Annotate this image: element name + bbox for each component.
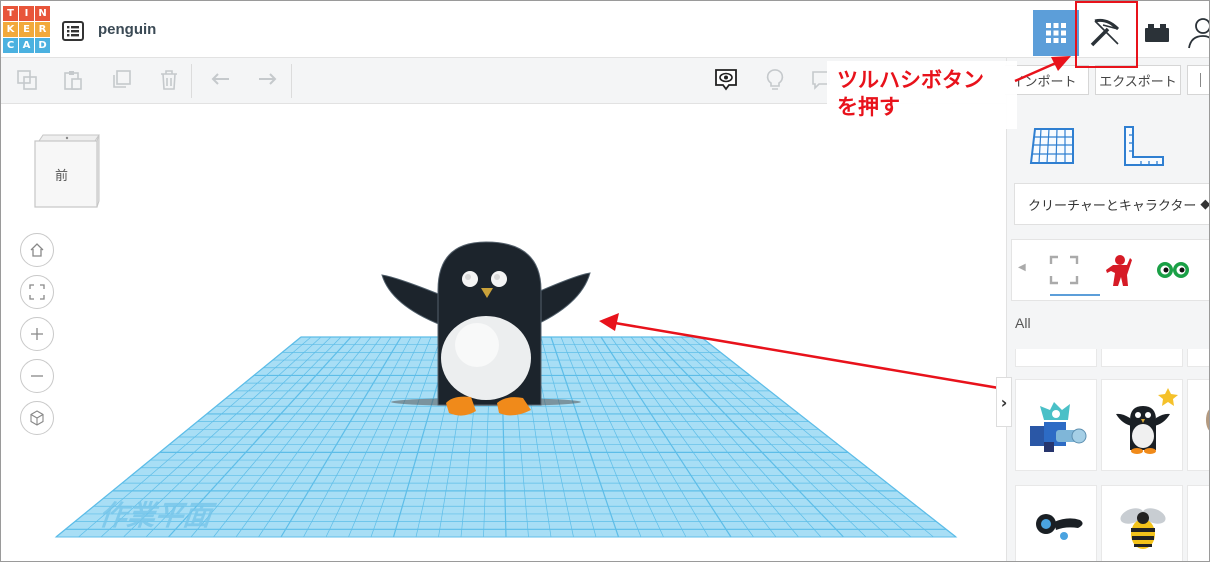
logo-tile: I [19,6,34,21]
duplicate-icon [113,70,131,88]
fit-view-button[interactable] [20,275,54,309]
delete-button[interactable] [155,66,183,94]
tab-figures[interactable] [1098,250,1138,290]
zoom-in-icon [31,328,43,340]
tab-eyes[interactable] [1153,250,1193,290]
select-all-icon [1049,255,1079,285]
home-icon [30,243,44,257]
export-label: エクスポート [1099,74,1177,90]
show-all-icon [715,69,737,91]
eyes-icon [1157,262,1189,278]
scroll-left-icon[interactable]: ◀ [1018,262,1026,273]
project-title[interactable]: penguin [98,21,156,38]
penguin-shape-thumbnail [1116,388,1178,454]
workplane-grid-icon [1029,128,1074,164]
ruler-icon [1124,126,1164,166]
logo-tile: K [3,22,18,37]
logo-tile: D [35,38,50,53]
tab-select-all[interactable] [1044,250,1084,290]
send-to-button[interactable] [1187,65,1209,95]
filter-label: All [1015,315,1031,331]
top-bar: TIN KER CAD penguin [1,1,1209,58]
app-frame: 作業平面 前 インポート エクスポート クリーチャーとキャラクター ◆ ◀ Al… [0,0,1210,562]
undo-icon [211,73,229,85]
list-icon [62,21,84,41]
shape-category-dropdown[interactable]: クリーチャーとキャラクター ◆ [1014,183,1210,225]
goggles-shape-thumbnail [1036,514,1083,540]
view-cube[interactable]: 前 [33,133,101,211]
annotation-highlight-box [1075,1,1138,68]
import-label: インポート [1016,74,1077,90]
project-menu-button[interactable] [62,21,84,41]
shape-card-robot[interactable] [1015,379,1097,471]
ruler-button[interactable] [1119,123,1169,168]
duplicate-button[interactable] [107,66,135,94]
ortho-view-icon [30,410,44,426]
chevron-right-icon: › [1000,392,1008,412]
bee-shape-thumbnail [1120,508,1166,549]
active-tab-indicator [1050,294,1100,296]
annotation-line1: ツルハシボタン [837,68,984,92]
brick-icon [1145,24,1169,42]
scene-canvas: 作業平面 [54,241,1005,538]
home-view-button[interactable] [20,233,54,267]
robot-shape-thumbnail [1030,402,1087,452]
shape-card-goggles[interactable] [1015,485,1097,561]
3d-design-view-button[interactable] [1033,10,1079,56]
shape-card-partial[interactable] [1187,379,1209,471]
logo-tile: N [35,6,50,21]
user-icon [1188,18,1209,49]
undo-button[interactable] [207,66,235,94]
zoom-out-button[interactable] [20,359,54,393]
ortho-view-button[interactable] [20,401,54,435]
logo-tile: E [19,22,34,37]
copy-button[interactable] [13,66,41,94]
category-label: クリーチャーとキャラクター [1028,198,1197,214]
paste-button[interactable] [59,66,87,94]
fit-view-icon [29,284,45,300]
shape-card-partial[interactable] [1187,349,1209,367]
user-account-button[interactable] [1183,10,1209,56]
3d-viewport[interactable]: 作業平面 前 [1,105,1005,561]
chevron-down-icon: ◆ [1200,196,1210,212]
shape-card-partial[interactable] [1187,485,1209,561]
copy-icon [17,70,37,90]
viewcube-front-label: 前 [55,169,69,184]
shape-card-penguin[interactable] [1101,379,1183,471]
zoom-out-icon [31,375,43,377]
workplane-label: 作業平面 [96,499,220,532]
zoom-in-button[interactable] [20,317,54,351]
shape-card-bee[interactable] [1101,485,1183,561]
export-button[interactable]: エクスポート [1095,65,1181,95]
logo-tile: C [3,38,18,53]
shape-card-partial[interactable] [1101,349,1183,367]
grid-view-icon [1046,23,1066,43]
logo-tile: T [3,6,18,21]
category-tabs: ◀ [1011,239,1209,301]
redo-button[interactable] [253,66,281,94]
logo-tile: A [19,38,34,53]
lego-view-button[interactable] [1135,10,1179,56]
tinkercad-logo[interactable]: TIN KER CAD [3,6,50,53]
logo-tile: R [35,22,50,37]
shape-card-partial[interactable] [1015,349,1097,367]
light-bulb-icon [766,69,784,90]
workplane-button[interactable] [1029,123,1079,168]
paste-icon [64,71,82,90]
favorite-star-icon [1158,388,1178,406]
light-bulb-button[interactable] [761,66,789,94]
show-all-button[interactable] [712,66,740,94]
delete-icon [161,70,177,90]
annotation-text: ツルハシボタン を押す [837,67,984,121]
redo-icon [259,73,277,85]
annotation-line2: を押す [837,95,900,119]
collapse-panel-button[interactable]: › [996,377,1012,427]
red-figure-icon [1106,255,1132,286]
import-button[interactable]: インポート [1005,65,1089,95]
